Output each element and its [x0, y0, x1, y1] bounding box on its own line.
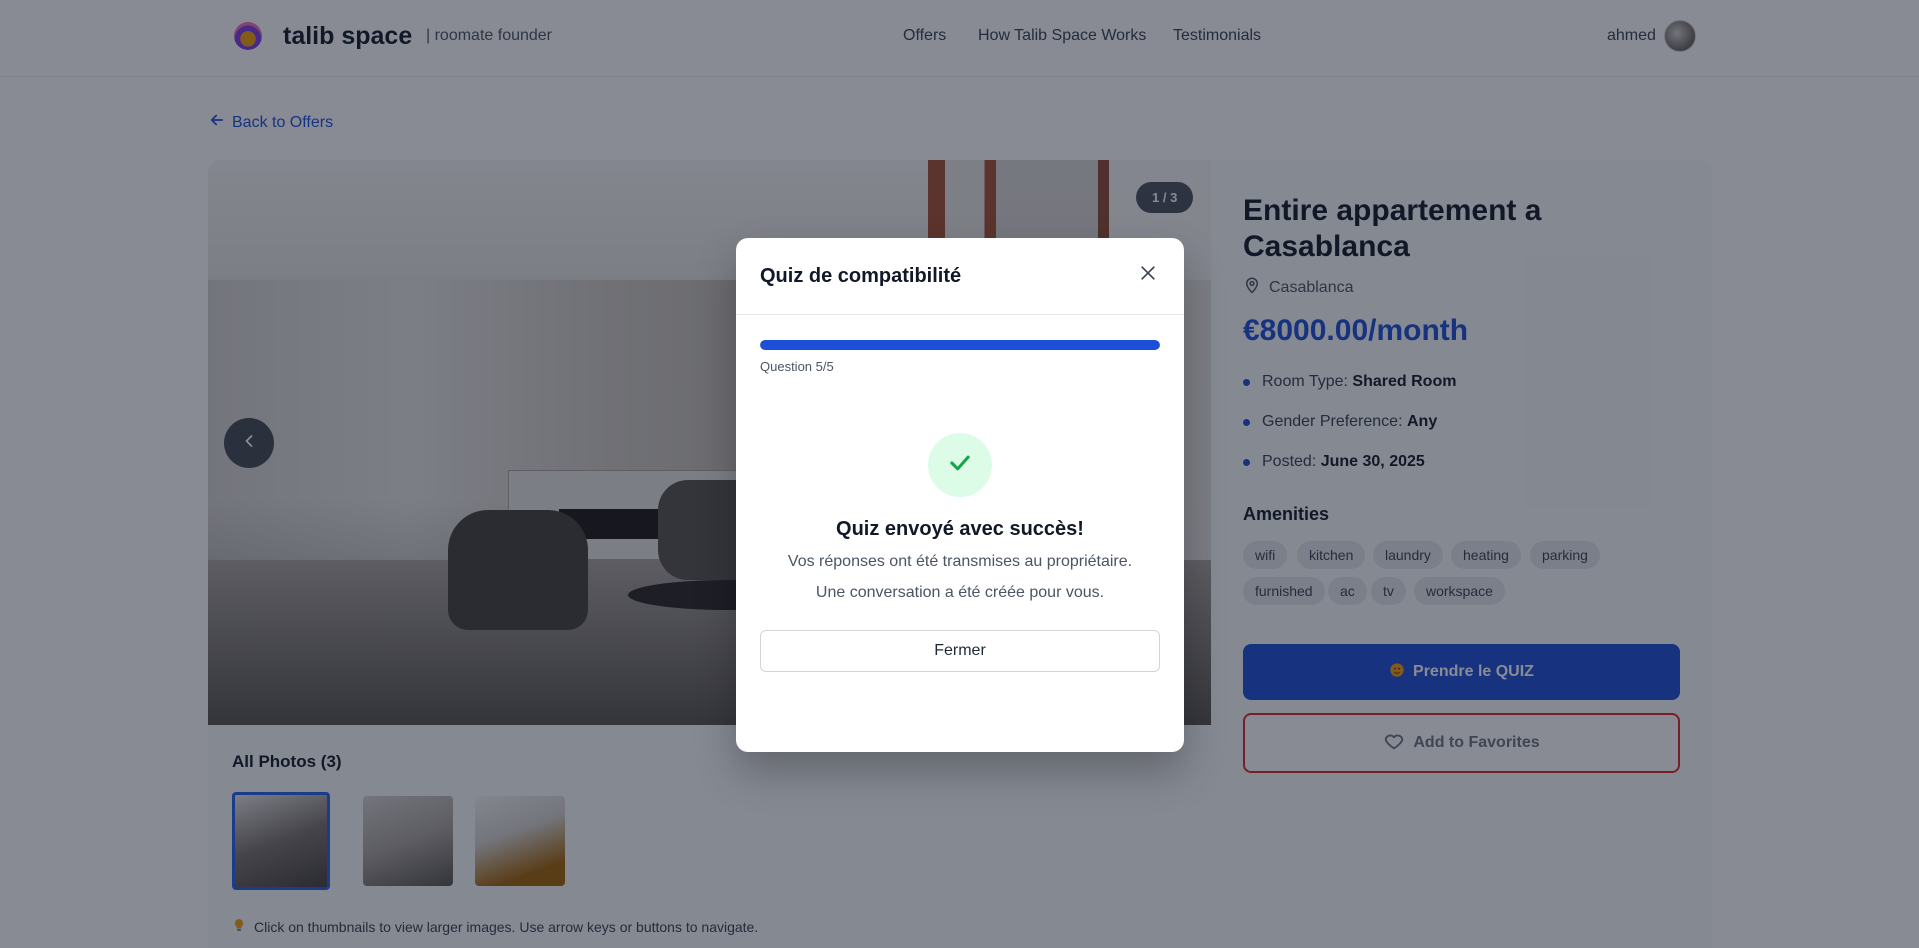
quiz-progress-bar — [760, 340, 1160, 350]
check-icon — [946, 449, 974, 482]
modal-title: Quiz de compatibilité — [760, 265, 962, 287]
success-message-line-1: Vos réponses ont été transmises au propr… — [787, 553, 1133, 570]
fermer-button[interactable]: Fermer — [760, 630, 1160, 672]
quiz-progress-fill — [760, 340, 1160, 350]
question-counter: Question 5/5 — [760, 359, 834, 374]
success-title: Quiz envoyé avec succès! — [836, 518, 1084, 540]
close-modal-button[interactable] — [1135, 262, 1161, 288]
success-badge — [928, 433, 992, 497]
success-message-line-2: Une conversation a été créée pour vous. — [815, 584, 1105, 601]
modal-divider — [736, 314, 1184, 315]
quiz-modal: Quiz de compatibilité Question 5/5 Quiz … — [736, 238, 1184, 752]
close-icon — [1138, 263, 1158, 288]
